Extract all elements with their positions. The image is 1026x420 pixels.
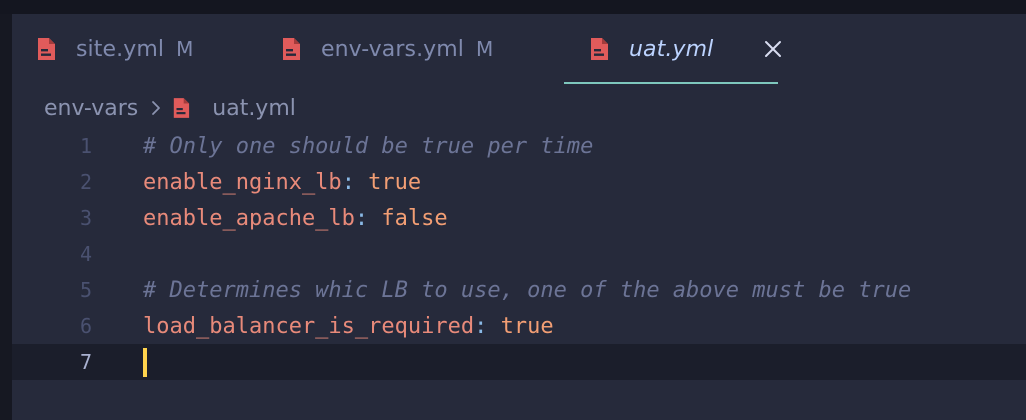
- yaml-colon: :: [341, 169, 355, 195]
- code-line[interactable]: 4: [12, 236, 1026, 272]
- breadcrumb: env-vars uat.yml: [44, 92, 296, 124]
- tab-label: site.yml: [76, 36, 165, 62]
- tab-site-yml[interactable]: site.yml M: [36, 14, 193, 84]
- window-frame-left: [0, 14, 12, 420]
- code-comment: # Only one should be true per time: [143, 133, 594, 159]
- line-number: 7: [79, 350, 92, 374]
- yaml-value: false: [368, 205, 448, 231]
- yaml-key: load_balancer_is_required: [143, 313, 475, 339]
- yaml-file-icon: [281, 37, 301, 61]
- yaml-file-icon: [589, 37, 609, 61]
- line-number: 3: [79, 206, 92, 230]
- line-number: 2: [79, 170, 92, 194]
- tab-bar: site.yml M env-vars.yml M uat.yml: [12, 14, 1026, 84]
- code-comment: # Determines whic LB to use, one of the …: [143, 277, 912, 303]
- yaml-file-icon: [172, 97, 190, 119]
- line-number: 5: [79, 278, 92, 302]
- line-number: 4: [79, 242, 92, 266]
- yaml-value: true: [487, 313, 554, 339]
- breadcrumb-file[interactable]: uat.yml: [212, 96, 296, 121]
- modified-badge: M: [176, 37, 194, 61]
- code-line[interactable]: 2 enable_nginx_lb: true: [12, 164, 1026, 200]
- tab-env-vars-yml[interactable]: env-vars.yml M: [281, 14, 493, 84]
- code-editor[interactable]: 1 # Only one should be true per time 2 e…: [12, 128, 1026, 380]
- tab-label: uat.yml: [629, 36, 714, 62]
- tab-label: env-vars.yml: [321, 36, 465, 62]
- yaml-value: true: [354, 169, 422, 195]
- code-line[interactable]: 6 load_balancer_is_required: true: [12, 308, 1026, 344]
- breadcrumb-folder[interactable]: env-vars: [44, 96, 138, 121]
- code-line-current[interactable]: 7: [12, 344, 1026, 380]
- editor-window: site.yml M env-vars.yml M uat.yml env-va…: [12, 14, 1026, 420]
- yaml-colon: :: [474, 313, 488, 339]
- modified-badge: M: [476, 37, 494, 61]
- code-line[interactable]: 1 # Only one should be true per time: [12, 128, 1026, 164]
- yaml-key: enable_nginx_lb: [143, 169, 342, 195]
- chevron-right-icon: [150, 99, 162, 117]
- code-line[interactable]: 5 # Determines whic LB to use, one of th…: [12, 272, 1026, 308]
- close-icon[interactable]: [760, 36, 786, 62]
- window-frame-top: [0, 0, 1026, 14]
- yaml-key: enable_apache_lb: [143, 205, 355, 231]
- line-number: 6: [79, 314, 92, 338]
- code-line[interactable]: 3 enable_apache_lb: false: [12, 200, 1026, 236]
- line-number: 1: [79, 134, 92, 158]
- text-cursor: [143, 348, 147, 377]
- yaml-colon: :: [354, 205, 369, 231]
- yaml-file-icon: [36, 37, 56, 61]
- tab-uat-yml[interactable]: uat.yml: [563, 14, 779, 84]
